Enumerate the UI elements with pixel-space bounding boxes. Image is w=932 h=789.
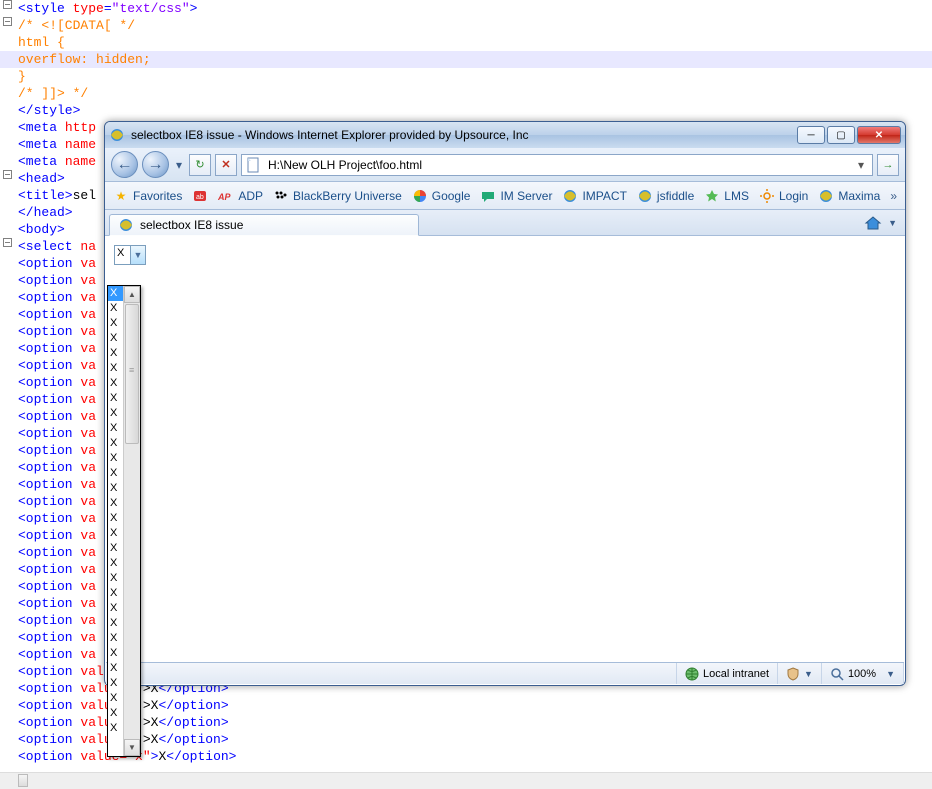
bookmark-maxima[interactable]: Maxima xyxy=(818,188,880,204)
dropdown-scrollbar[interactable]: ▲ ▼ xyxy=(123,286,140,756)
adp-icon: AP xyxy=(218,188,234,204)
page-content: X ▼ Do xyxy=(106,237,904,661)
ie8-window: selectbox IE8 issue - Windows Internet E… xyxy=(104,121,906,686)
ie-icon xyxy=(818,188,834,204)
address-input[interactable] xyxy=(266,157,850,173)
address-dropdown[interactable]: ▾ xyxy=(854,158,868,172)
bookmark-label: IMPACT xyxy=(582,189,626,203)
window-title: selectbox IE8 issue - Windows Internet E… xyxy=(131,128,797,142)
bookmark-jsfiddle[interactable]: jsfiddle xyxy=(637,188,694,204)
bookmark-im-server[interactable]: IM Server xyxy=(480,188,552,204)
code-line[interactable]: html { xyxy=(0,34,932,51)
bookmark-label: Google xyxy=(432,189,471,203)
code-line[interactable]: </style> xyxy=(0,102,932,119)
scroll-thumb[interactable] xyxy=(125,304,139,444)
refresh-button[interactable]: ↻ xyxy=(189,154,211,176)
bookmark-label: jsfiddle xyxy=(657,189,694,203)
favorites-overflow[interactable]: » xyxy=(890,189,897,203)
tab-active[interactable]: selectbox IE8 issue xyxy=(109,214,419,236)
zoom-value: 100% xyxy=(848,668,876,680)
zone-label: Local intranet xyxy=(703,668,769,680)
scroll-up-button[interactable]: ▲ xyxy=(124,286,140,303)
forward-button[interactable]: → xyxy=(142,151,169,178)
bookmark-impact[interactable]: IMPACT xyxy=(562,188,626,204)
zoom-icon xyxy=(830,667,844,681)
login-icon xyxy=(759,188,775,204)
bookmark-blackberry-universe[interactable]: BlackBerry Universe xyxy=(273,188,402,204)
ab-red-icon: ab xyxy=(192,188,208,204)
tab-title: selectbox IE8 issue xyxy=(140,218,243,232)
tab-bar: selectbox IE8 issue ▼ xyxy=(105,210,905,236)
code-line[interactable]: <style type="text/css"> xyxy=(0,0,932,17)
code-line[interactable]: } xyxy=(0,68,932,85)
zoom-control[interactable]: 100% ▼ xyxy=(822,663,904,684)
bookmark-label: IM Server xyxy=(500,189,552,203)
select-dropdown[interactable]: ▲ ▼ XXXXXXXXXXXXXXXXXXXXXXXXXXXXXX xyxy=(107,285,141,757)
svg-text:ab: ab xyxy=(196,194,204,201)
protected-mode[interactable]: ▼ xyxy=(778,663,822,684)
ie-icon xyxy=(637,188,653,204)
close-button[interactable]: ✕ xyxy=(857,126,901,144)
bookmark-lms[interactable]: LMS xyxy=(704,188,749,204)
page-icon xyxy=(118,217,134,233)
lms-icon xyxy=(704,188,720,204)
bookmark-ab-red[interactable]: ab xyxy=(192,188,208,204)
code-line[interactable]: /* ]]> */ xyxy=(0,85,932,102)
favorites-label: Favorites xyxy=(133,189,182,203)
select-value: X xyxy=(115,246,130,264)
bookmark-login[interactable]: Login xyxy=(759,188,808,204)
select-element[interactable]: X ▼ xyxy=(114,245,146,265)
page-icon xyxy=(246,157,262,173)
back-button[interactable]: ← xyxy=(111,151,138,178)
bookmark-adp[interactable]: AP ADP xyxy=(218,188,263,204)
code-line[interactable]: /* <![CDATA[ */ xyxy=(0,17,932,34)
bookmark-label: BlackBerry Universe xyxy=(293,189,402,203)
bookmark-label: Maxima xyxy=(838,189,880,203)
nav-history-dropdown[interactable]: ▾ xyxy=(173,158,185,172)
stop-button[interactable]: ✕ xyxy=(215,154,237,176)
nav-toolbar: ← → ▾ ↻ ✕ ▾ → xyxy=(105,148,905,182)
fold-toggle[interactable] xyxy=(3,17,12,26)
titlebar[interactable]: selectbox IE8 issue - Windows Internet E… xyxy=(105,122,905,148)
bookmark-label: ADP xyxy=(238,189,263,203)
ie-icon xyxy=(562,188,578,204)
favorites-button[interactable]: ★ Favorites xyxy=(113,188,182,204)
fold-toggle[interactable] xyxy=(3,238,12,247)
bb-icon xyxy=(273,188,289,204)
home-button[interactable] xyxy=(864,214,882,232)
im-icon xyxy=(480,188,496,204)
favorites-bar: ★ Favorites ab AP ADP BlackBerry Universe Go… xyxy=(105,182,905,210)
status-bar: Local intranet ▼ 100% ▼ xyxy=(106,662,904,684)
address-bar[interactable]: ▾ xyxy=(241,154,873,176)
globe-icon xyxy=(685,667,699,681)
select-arrow-icon[interactable]: ▼ xyxy=(130,246,145,264)
minimize-button[interactable]: ─ xyxy=(797,126,825,144)
ie-icon xyxy=(109,127,125,143)
home-dropdown[interactable]: ▼ xyxy=(888,218,897,228)
maximize-button[interactable]: ▢ xyxy=(827,126,855,144)
fold-toggle[interactable] xyxy=(3,170,12,179)
code-line[interactable]: overflow: hidden; xyxy=(0,51,932,68)
editor-hscroll[interactable] xyxy=(0,772,932,789)
security-zone[interactable]: Local intranet xyxy=(677,663,778,684)
fold-toggle[interactable] xyxy=(3,0,12,9)
bookmark-label: Login xyxy=(779,189,808,203)
go-button[interactable]: → xyxy=(877,154,899,176)
shield-icon xyxy=(786,667,800,681)
bookmark-google[interactable]: Google xyxy=(412,188,471,204)
goog-icon xyxy=(412,188,428,204)
bookmark-label: LMS xyxy=(724,189,749,203)
scroll-down-button[interactable]: ▼ xyxy=(124,739,140,756)
svg-text:AP: AP xyxy=(218,192,231,202)
star-icon: ★ xyxy=(113,188,129,204)
